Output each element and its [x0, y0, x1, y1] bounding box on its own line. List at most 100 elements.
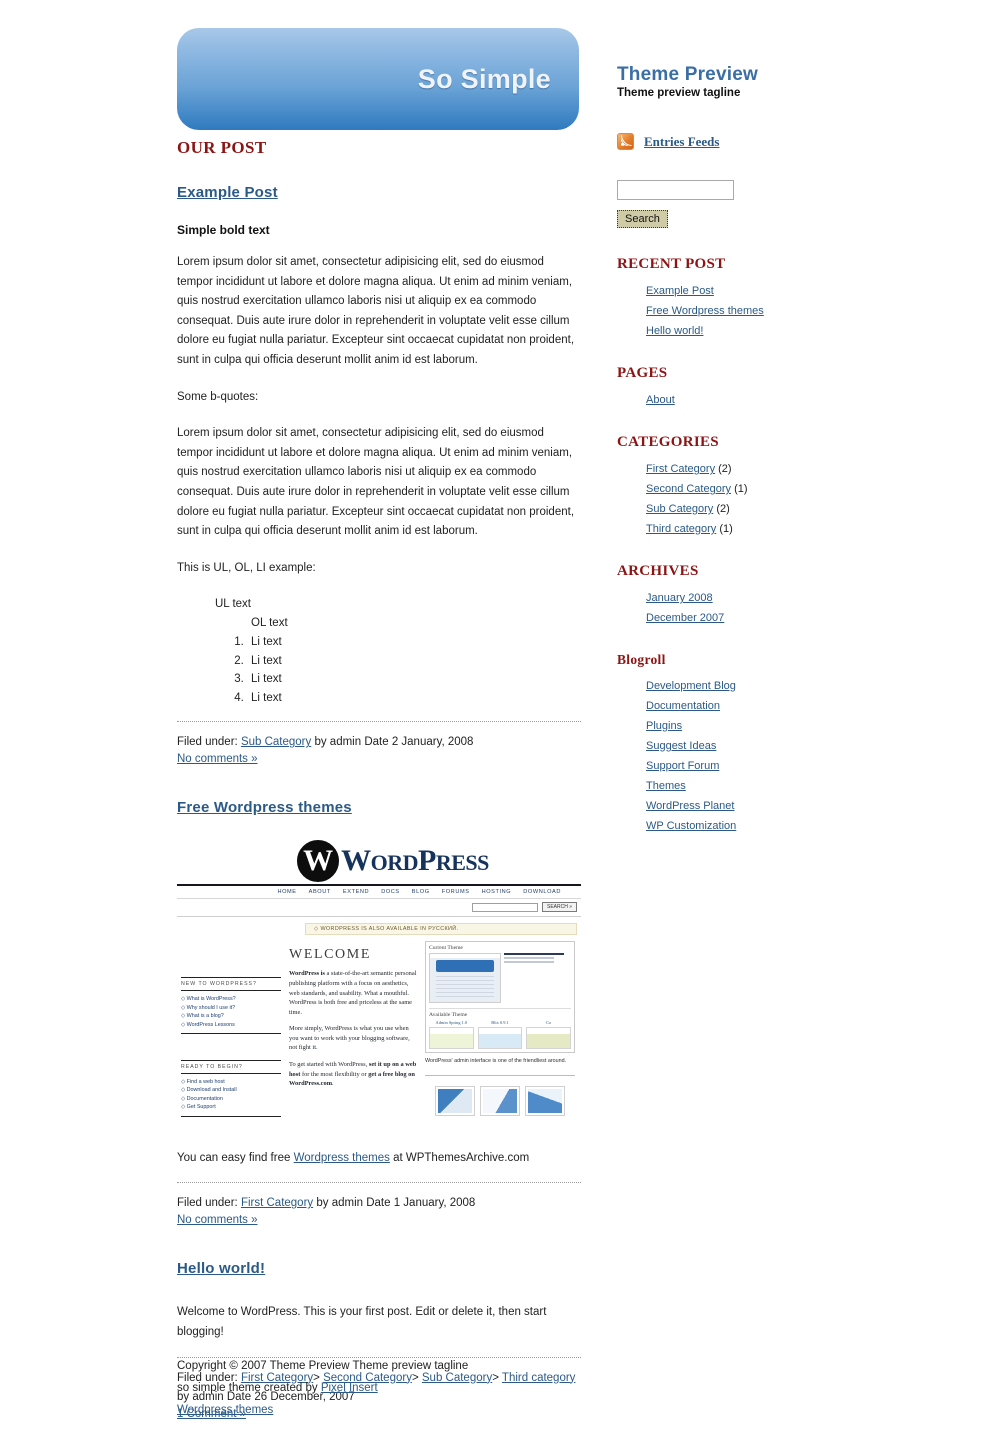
sidebar-item-link[interactable]: Free Wordpress themes	[646, 305, 764, 317]
wp-nav-item: HOME	[277, 889, 297, 896]
site-tagline: Theme preview tagline	[617, 87, 741, 99]
post-title-link[interactable]: Free Wordpress themes	[177, 799, 352, 816]
wp-p3-a: To get started with WordPress,	[289, 1061, 369, 1069]
caption-suffix: at WPThemesArchive.com	[393, 1152, 530, 1165]
comments-link[interactable]: No comments »	[177, 1214, 258, 1226]
wp-language-notice: ◇ WORDPRESS IS ALSO AVAILABLE IN РУССКИЙ…	[305, 923, 577, 936]
sidebar-section-heading: CATEGORIES	[617, 434, 719, 450]
wp-p3-c: for the most flexibility or	[300, 1070, 369, 1078]
wp-aside-column: Current Theme Available Theme Admin Spri…	[425, 941, 575, 1117]
wp-available-row: Admin Spring 1.0 Blix 0.9.1 Co	[429, 1020, 572, 1050]
ol-label: OL text	[251, 617, 288, 630]
sidebar-item-link[interactable]: Suggest Ideas	[646, 740, 716, 752]
meta-category-link[interactable]: Sub Category	[241, 736, 311, 748]
wp-nav: HOME ABOUT EXTEND DOCS BLOG FORUMS HOSTI…	[177, 886, 581, 900]
footer-themes: Wordpress themes	[177, 1401, 597, 1420]
sidebar-item-link[interactable]: Development Blog	[646, 680, 736, 692]
entries-feed-link[interactable]: Entries Feeds	[644, 134, 719, 150]
meta-suffix: by admin Date 2 January, 2008	[314, 736, 474, 749]
sidebar-item-link[interactable]: Support Forum	[646, 760, 719, 772]
sidebar-item-link[interactable]: Example Post	[646, 285, 714, 297]
banner-gradient: So Simple	[177, 28, 579, 130]
sidebar-item-link[interactable]: January 2008	[646, 592, 713, 604]
wp-link: ◇ Download and Install	[181, 1087, 237, 1094]
page-title: OUR POST	[177, 138, 267, 157]
list-item: Li text	[247, 670, 581, 689]
list-item: Third category (1)	[646, 519, 977, 539]
post-title-link[interactable]: Hello world!	[177, 1260, 265, 1277]
wp-available-thumb	[477, 1027, 523, 1050]
sidebar-list: January 2008 December 2007	[617, 588, 977, 628]
sidebar-item-link[interactable]: About	[646, 394, 675, 406]
list-item: First Category (2)	[646, 459, 977, 479]
post-bold-lead: Simple bold text	[177, 223, 270, 237]
wp-theme-thumbnail	[429, 953, 501, 1004]
wp-text-line	[504, 953, 565, 956]
post-free-wordpress-themes: Free Wordpress themes W WORDPRESS HOME A…	[177, 799, 581, 1226]
sidebar-item-link[interactable]: Plugins	[646, 720, 682, 732]
wordpress-screenshot-image: W WORDPRESS HOME ABOUT EXTEND DOCS BLOG …	[177, 838, 581, 1136]
sidebar-section-heading: PAGES	[617, 365, 668, 381]
sidebar-item-link[interactable]: WP Customization	[646, 820, 736, 832]
search-input[interactable]	[617, 180, 734, 200]
sidebar-item-link[interactable]: December 2007	[646, 612, 724, 624]
comments-link[interactable]: No comments »	[177, 753, 258, 765]
meta-category-link[interactable]: First Category	[241, 1197, 313, 1209]
unordered-list: UL text OL text Li text Li text Li text …	[177, 595, 581, 707]
category-count: (1)	[719, 523, 733, 535]
post-divider	[177, 1182, 581, 1184]
caption-link[interactable]: Wordpress themes	[294, 1152, 390, 1164]
category-count: (2)	[716, 503, 730, 515]
rss-icon[interactable]	[617, 133, 634, 150]
sidebar-item-link[interactable]: Second Category	[646, 483, 731, 495]
post-paragraph-1: Lorem ipsum dolor sit amet, consectetur …	[177, 256, 575, 366]
list-item: January 2008	[646, 588, 977, 608]
category-count: (2)	[718, 463, 732, 475]
sidebar-item-link[interactable]: First Category	[646, 463, 715, 475]
wp-thumbnail	[480, 1086, 520, 1117]
post-image-caption: You can easy find free Wordpress themes …	[177, 1149, 581, 1168]
wp-thumbnail-image	[483, 1089, 517, 1114]
search-button[interactable]: Search	[617, 210, 668, 228]
list-item: About	[646, 390, 977, 410]
list-item: Support Forum	[646, 756, 977, 776]
list-item: Free Wordpress themes	[646, 301, 977, 321]
sidebar-item-link[interactable]: Third category	[646, 523, 716, 535]
wp-link: ◇ WordPress Lessons	[181, 1021, 235, 1028]
post-title-heading: Example Post	[177, 184, 581, 201]
post-example-post: Example Post Simple bold text Lorem ipsu…	[177, 184, 581, 765]
sidebar-section-categories: CATEGORIES First Category (2) Second Cat…	[617, 434, 977, 539]
list-item: Sub Category (2)	[646, 499, 977, 519]
footer-credit-link[interactable]: Pixel Insert	[321, 1382, 378, 1394]
wp-link: ◇ Why should I use it?	[181, 1004, 236, 1011]
post-title-link[interactable]: Example Post	[177, 184, 278, 201]
wp-search-row: SEARCH »	[177, 899, 581, 918]
post-paragraph-2: Lorem ipsum dolor sit amet, consectetur …	[177, 427, 575, 538]
ordered-list-label-wrap: OL text	[215, 614, 581, 633]
sidebar-section-heading: RECENT POST	[617, 256, 726, 272]
sidebar-item-link[interactable]: Sub Category	[646, 503, 713, 515]
wp-theme-meta	[504, 953, 571, 1003]
footer-themes-link[interactable]: Wordpress themes	[177, 1404, 273, 1416]
sidebar-item-link[interactable]: WordPress Planet	[646, 800, 734, 812]
wp-sidebar-column: NEW TO WORDPRESS? ◇ What is WordPress? ◇…	[181, 941, 281, 1117]
sidebar-section-heading: Blogroll	[617, 652, 666, 667]
wp-search-button: SEARCH »	[541, 902, 577, 913]
wp-paragraph-1: WordPress is a state-of-the-art semantic…	[289, 969, 417, 1017]
list-item: WP Customization	[646, 816, 977, 836]
sidebar-item-link[interactable]: Documentation	[646, 700, 720, 712]
post-meta: Filed under: Sub Category by admin Date …	[177, 733, 581, 752]
list-item: December 2007	[646, 608, 977, 628]
list-item: Plugins	[646, 716, 977, 736]
sidebar-item-link[interactable]: Themes	[646, 780, 686, 792]
wp-link: ◇ Find a web host	[181, 1078, 225, 1085]
ul-item-label: UL text	[215, 598, 252, 611]
list-item: Themes	[646, 776, 977, 796]
sidebar-section-recent-post: RECENT POST Example Post Free Wordpress …	[617, 256, 977, 341]
list-item: Li text	[247, 633, 581, 652]
sidebar-item-link[interactable]: Hello world!	[646, 325, 703, 337]
wp-nav-item: DOWNLOAD	[523, 889, 561, 896]
post-list-block: UL text OL text Li text Li text Li text …	[177, 595, 581, 707]
post-divider	[177, 721, 581, 723]
post-title-heading: Free Wordpress themes	[177, 799, 581, 816]
